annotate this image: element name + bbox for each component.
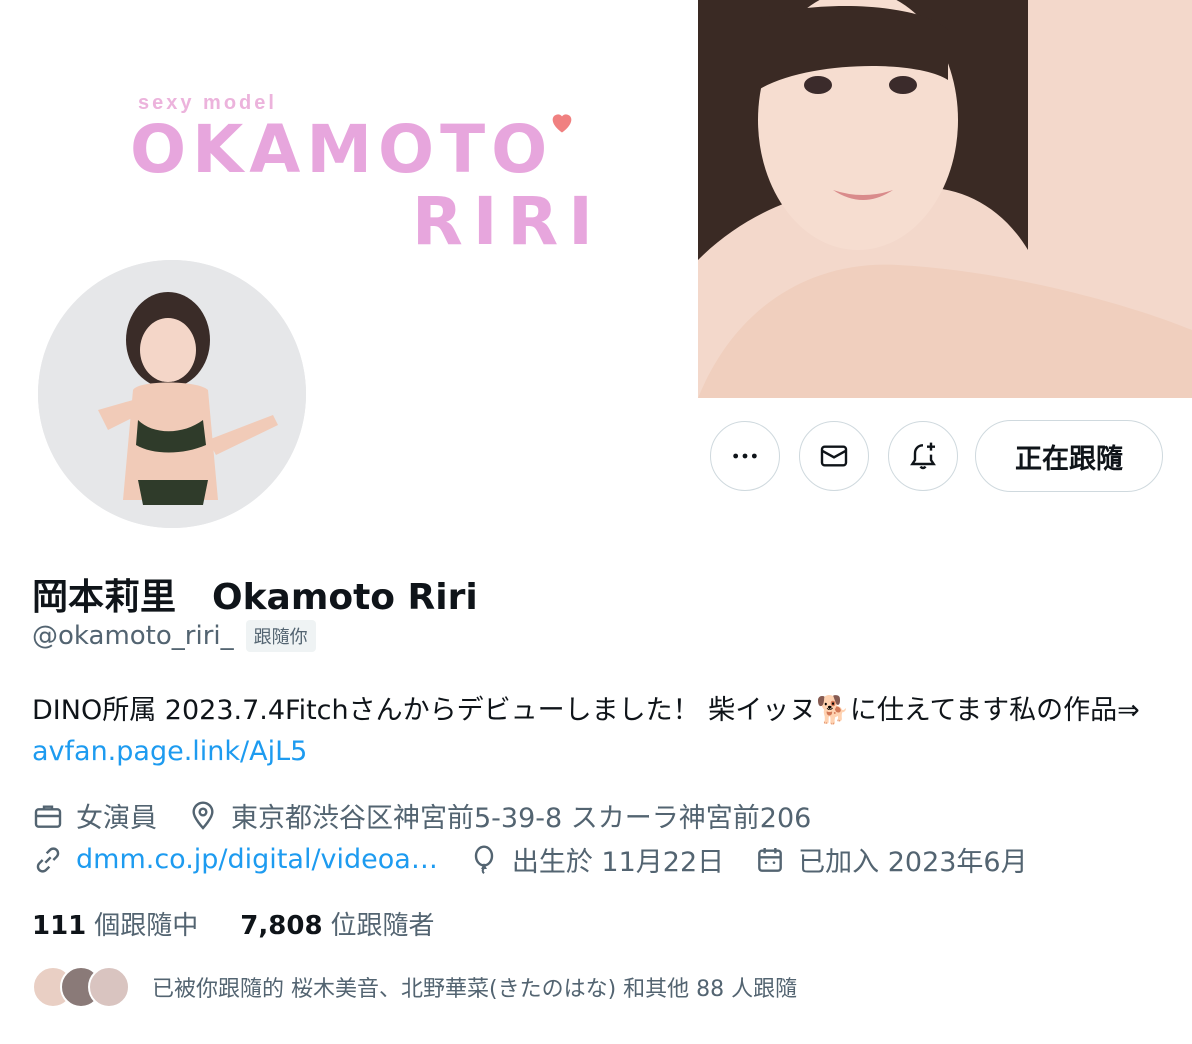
user-handle: @okamoto_riri_: [32, 621, 234, 651]
website-item: dmm.co.jp/digital/videoa…: [32, 844, 438, 876]
followed-by-row[interactable]: 已被你跟隨的 桜木美音、北野華菜(きたのはな) 和其他 88 人跟隨: [32, 964, 797, 1010]
joined-item: 已加入 2023年6月: [754, 840, 1028, 879]
mutual-avatars: [32, 964, 142, 1010]
following-count: 111: [32, 911, 87, 941]
followed-by-text: 已被你跟隨的 桜木美音、北野華菜(きたのはな) 和其他 88 人跟隨: [152, 977, 798, 1002]
banner-logo: sexy model OKAMOTO RIRI: [130, 92, 603, 259]
followers-stat[interactable]: 7,808 位跟隨者: [240, 905, 434, 942]
following-label: 個跟隨中: [94, 911, 199, 941]
link-icon: [36, 846, 60, 873]
mutual-avatar: [88, 966, 130, 1008]
website-link[interactable]: dmm.co.jp/digital/videoa…: [76, 844, 438, 875]
followers-count: 7,808: [240, 911, 323, 941]
briefcase-icon: [34, 804, 62, 828]
handle-row: @okamoto_riri_ 跟隨你: [32, 620, 316, 652]
calendar-icon: [758, 847, 783, 872]
envelope-icon: [820, 445, 848, 467]
category-item: 女演員: [32, 796, 157, 835]
banner-logo-line1: OKAMOTO: [130, 111, 554, 188]
banner-logo-line2: RIRI: [412, 183, 603, 260]
more-horizontal-icon: [733, 453, 757, 459]
bio-link[interactable]: avfan.page.link/AjL5: [32, 736, 307, 767]
profile-bio: DINO所属 2023.7.4Fitchさんからデビューしました！ 柴イッヌ🐕に…: [32, 690, 1172, 772]
joined-text: 已加入 2023年6月: [798, 847, 1028, 878]
more-button[interactable]: [710, 421, 780, 491]
following-button[interactable]: 正在跟隨: [975, 420, 1163, 492]
location-pin-icon: [192, 800, 214, 830]
display-name: 岡本莉里 Okamoto Riri: [32, 577, 478, 618]
balloon-icon: [474, 844, 494, 874]
location-item: 東京都渋谷区神宮前5-39-8 スカーラ神宮前206: [187, 796, 811, 835]
notifications-button[interactable]: [888, 421, 958, 491]
following-stat[interactable]: 111 個跟隨中: [32, 905, 198, 942]
bell-plus-icon: [910, 442, 936, 470]
category-text: 女演員: [76, 803, 157, 834]
profile-meta-row-2: dmm.co.jp/digital/videoa… 出生於 11月22日 已加入…: [32, 840, 1058, 879]
banner-photo: [698, 0, 1192, 398]
profile-meta-row-1: 女演員 東京都渋谷区神宮前5-39-8 スカーラ神宮前206: [32, 796, 841, 835]
follows-you-badge: 跟隨你: [245, 620, 316, 652]
birthday-text: 出生於 11月22日: [511, 847, 725, 878]
follow-stats: 111 個跟隨中 7,808 位跟隨者: [32, 905, 435, 942]
followers-label: 位跟隨者: [330, 911, 435, 941]
bio-text: DINO所属 2023.7.4Fitchさんからデビューしました！ 柴イッヌ🐕に…: [32, 695, 1140, 726]
heart-icon: [552, 114, 572, 133]
profile-avatar[interactable]: [34, 256, 310, 532]
birthday-item: 出生於 11月22日: [468, 840, 724, 879]
location-text: 東京都渋谷区神宮前5-39-8 スカーラ神宮前206: [231, 803, 812, 834]
message-button[interactable]: [799, 421, 869, 491]
